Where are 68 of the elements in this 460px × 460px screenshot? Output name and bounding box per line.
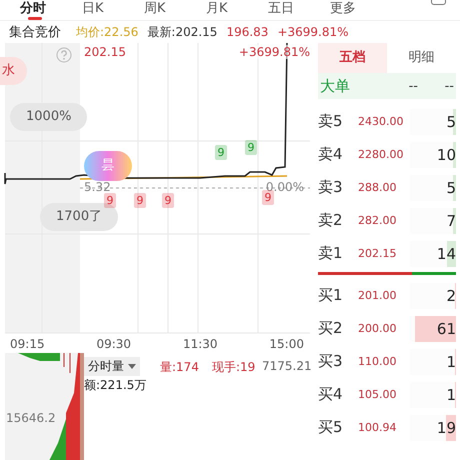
indicator-dropdown[interactable]: 分时量 (84, 357, 140, 376)
order-quantity: 10 (436, 146, 456, 164)
price-change: +3699.81% (277, 25, 349, 39)
volume-axis-label: 15646.2 (6, 411, 56, 425)
signal-marker[interactable]: 9 (134, 193, 146, 208)
level-label: 买4 (318, 385, 344, 404)
volume-value: 量:174 (160, 359, 199, 376)
time-label: 09:15 (10, 336, 45, 353)
big-order-label: 大单 (320, 76, 351, 96)
chart-tab[interactable]: 日K (82, 2, 144, 21)
dropdown-label: 分时量 (88, 358, 124, 375)
average-price: 均价:22.56 (76, 24, 138, 40)
order-price: 201.00 (358, 289, 398, 302)
time-label: 09:30 (96, 336, 132, 353)
order-price: 202.15 (358, 247, 398, 260)
order-quantity: 61 (436, 320, 456, 338)
order-quantity: 14 (436, 244, 456, 262)
chart-tab[interactable]: 周K (144, 2, 206, 21)
level-label: 卖1 (318, 244, 344, 263)
order-quantity: 5 (446, 178, 456, 196)
order-price: 105.00 (358, 388, 398, 401)
level-label: 买2 (318, 319, 344, 338)
order-quantity: 1 (446, 352, 456, 370)
order-quantity: 5 (446, 112, 456, 130)
big-order-value: -- (408, 78, 418, 94)
chart-tab[interactable]: 五日 (268, 2, 330, 21)
level-label: 卖2 (318, 211, 344, 230)
book-tab[interactable]: 五档 (318, 43, 387, 73)
level-label: 买1 (318, 286, 344, 305)
signal-marker[interactable]: 9 (262, 190, 274, 205)
signal-marker[interactable]: 9 (104, 193, 116, 208)
chart-tab[interactable]: 分时 (20, 2, 82, 21)
chart-tab[interactable]: 月K (206, 2, 268, 21)
level-label: 卖3 (318, 178, 344, 197)
chart-tab[interactable]: 更多 (330, 2, 392, 21)
note-tag[interactable]: 水 (0, 57, 27, 85)
order-quantity: 19 (436, 418, 456, 436)
session-label: 集合竞价 (9, 24, 61, 41)
level-label: 买3 (318, 352, 344, 371)
order-price: 110.00 (358, 355, 398, 368)
high-price-label: 202.15 (84, 45, 126, 59)
big-order-value: -- (444, 78, 454, 94)
caret-icon (128, 364, 136, 369)
level-label: 卖4 (318, 145, 344, 164)
book-tab[interactable]: 明细 (387, 43, 456, 73)
order-price: 200.00 (358, 322, 398, 335)
high-change-label: +3699.81% (238, 45, 310, 59)
order-price: 2430.00 (358, 115, 404, 128)
level-label: 卖5 (318, 112, 344, 131)
signal-marker[interactable]: 9 (162, 193, 174, 208)
amount-value: 额:221.5万 (84, 377, 146, 394)
time-label: 15:00 (269, 336, 304, 353)
note-tag[interactable]: 1000% (10, 103, 88, 131)
base-price-label: 5.32 (84, 180, 111, 194)
level-label: 买5 (318, 418, 344, 437)
order-price: 282.00 (358, 214, 398, 227)
hand-value: 现手:19 (212, 359, 256, 376)
order-quantity: 2 (446, 286, 456, 304)
order-price: 2280.00 (358, 148, 404, 161)
volume-axis-label: 7175.21 (262, 359, 312, 373)
time-label: 11:30 (182, 336, 218, 353)
order-quantity: 1 (446, 386, 456, 404)
order-quantity: 7 (446, 212, 456, 230)
note-tag[interactable]: 1700了 (40, 203, 118, 231)
latest-price: 最新:202.15 (147, 24, 218, 40)
order-price: 288.00 (358, 181, 398, 194)
current-price: 196.83 (226, 25, 268, 39)
order-price: 100.94 (358, 421, 398, 434)
